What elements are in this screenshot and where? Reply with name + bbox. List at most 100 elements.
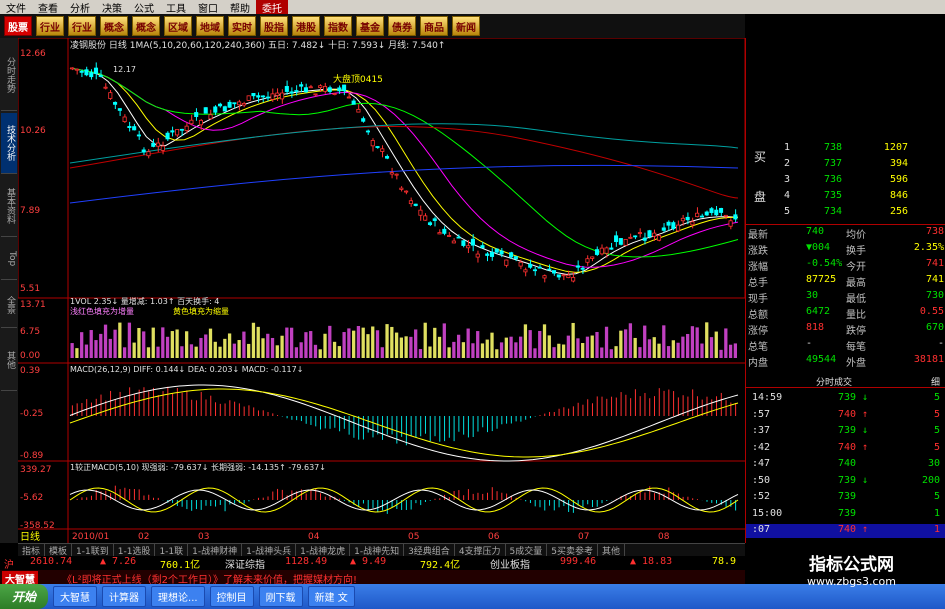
toolbar-button-14[interactable]: 新闻 <box>452 16 480 36</box>
menu-item-3[interactable]: 决策 <box>96 0 128 15</box>
taskbar-item-1[interactable]: 计算器 <box>102 586 147 607</box>
left-tab-4[interactable]: 全景 <box>1 282 17 328</box>
menu-item-5[interactable]: 工具 <box>160 0 192 15</box>
menu-item-1[interactable]: 查看 <box>32 0 64 15</box>
menu-item-4[interactable]: 公式 <box>128 0 160 15</box>
taskbar-item-5[interactable]: 新建 文 <box>307 586 355 607</box>
toolbar-button-1[interactable]: 行业 <box>36 16 64 36</box>
stat-value: - <box>806 338 813 349</box>
toolbar-button-3[interactable]: 概念 <box>100 16 128 36</box>
volume-bar <box>204 334 208 358</box>
bid-level-row: 1 738 1207 <box>746 142 945 156</box>
cy-label: 创业板指 <box>490 560 530 571</box>
volume-bar <box>175 329 179 358</box>
candle-body <box>232 102 237 105</box>
volume-bar <box>414 329 418 358</box>
taskbar-item-2[interactable]: 理想论... <box>151 586 205 607</box>
candle-body <box>203 107 208 114</box>
left-tab-2[interactable]: 基本资料 <box>1 176 17 237</box>
candle-body <box>623 238 628 246</box>
candle-body <box>289 91 294 94</box>
news-scroller[interactable]: 大智慧 《L²即将正式上线（剩2个工作日）》了解未来价值，把握媒材方向! <box>0 570 745 586</box>
kline-chart-area[interactable]: 凌钢股份 日线 1MA(5,10,20,60,120,240,360) 五日: … <box>18 38 745 543</box>
toolbar-button-13[interactable]: 商品 <box>420 16 448 36</box>
left-tab-3[interactable]: Top <box>1 239 17 280</box>
bid-level-volume: 256 <box>889 206 908 217</box>
volume-bar <box>170 331 174 358</box>
toolbar-button-12[interactable]: 债券 <box>388 16 416 36</box>
left-tab-0[interactable]: 分时走势 <box>1 40 17 111</box>
volume-bar <box>633 337 637 358</box>
menu-bar: 文件 查看 分析 决策 公式 工具 窗口 帮助 委托 <box>0 0 945 15</box>
volume-bar <box>122 347 127 358</box>
taskbar-item-3[interactable]: 控制目 <box>209 586 254 607</box>
candle-body <box>470 238 475 246</box>
candle-body <box>456 236 461 239</box>
volume-bar <box>485 339 489 358</box>
candle-body <box>704 211 709 216</box>
volume-bar <box>337 346 341 358</box>
candle-body <box>408 200 413 205</box>
menu-item-6[interactable]: 窗口 <box>192 0 224 15</box>
volume-bar <box>165 336 170 358</box>
cy-value: 999.46 <box>560 556 597 567</box>
toolbar-button-10[interactable]: 指数 <box>324 16 352 36</box>
start-button[interactable]: 开始 <box>0 584 49 609</box>
candle-body <box>719 208 724 213</box>
toolbar-button-11[interactable]: 基金 <box>356 16 384 36</box>
candle-body <box>260 95 266 98</box>
bid-level-volume: 596 <box>889 174 908 185</box>
y-tick-label: 10.26 <box>20 126 46 136</box>
volume-bar <box>452 341 456 358</box>
candle-body <box>299 84 304 87</box>
toolbar-button-6[interactable]: 地域 <box>196 16 224 36</box>
tick-volume: 5 <box>933 491 940 502</box>
tick-price: 739 <box>838 491 857 502</box>
menu-item-0[interactable]: 文件 <box>0 0 32 15</box>
candle-body <box>518 261 523 267</box>
candle-body <box>394 173 399 176</box>
toolbar-button-7[interactable]: 实时 <box>228 16 256 36</box>
tick-volume: 5 <box>933 408 940 420</box>
volume-bar <box>356 326 361 358</box>
candle-body <box>241 102 246 106</box>
tick-row: :07 740 ↑ 1 <box>746 524 945 538</box>
volume-bar <box>132 342 136 358</box>
taskbar-item-4[interactable]: 刚下载 <box>258 586 303 607</box>
tick-time: :07 <box>752 524 771 535</box>
left-tab-1[interactable]: 技术分析 <box>1 113 17 174</box>
toolbar-button-5[interactable]: 区域 <box>164 16 192 36</box>
left-tab-5[interactable]: 其他 <box>1 330 17 391</box>
toolbar-button-0[interactable]: 股票 <box>4 16 32 36</box>
candle-body <box>485 253 490 256</box>
candle-body <box>308 86 313 89</box>
x-tick-label: 06 <box>488 532 500 542</box>
stat-value-2: 2.35% <box>913 242 944 253</box>
menu-item-7[interactable]: 帮助 <box>224 0 256 15</box>
bid-level-row: 5 734 256 <box>746 206 945 220</box>
candle-body <box>256 95 261 98</box>
bid-level-price: 734 <box>824 206 843 217</box>
tick-time: :50 <box>752 474 771 486</box>
tick-volume: 5 <box>933 392 940 403</box>
menu-item-2[interactable]: 分析 <box>64 0 96 15</box>
tick-direction: ↓ <box>862 392 869 403</box>
candle-body <box>208 114 213 120</box>
tick-row: :52 739 5 <box>746 491 945 505</box>
volume-bar <box>676 342 680 358</box>
toolbar-button-4[interactable]: 概念 <box>132 16 160 36</box>
menu-item-8[interactable]: 委托 <box>256 0 288 15</box>
candle-body <box>280 92 285 100</box>
candle-body <box>275 92 280 96</box>
bid-level-price: 735 <box>824 190 843 201</box>
toolbar-button-9[interactable]: 港股 <box>292 16 320 36</box>
taskbar-item-0[interactable]: 大智慧 <box>53 586 98 607</box>
toolbar-button-8[interactable]: 股指 <box>260 16 288 36</box>
toolbar-button-2[interactable]: 行业 <box>68 16 96 36</box>
tick-price: 740 <box>838 408 857 420</box>
last-value: 78.9 <box>712 556 737 567</box>
candle-body <box>322 86 328 92</box>
candle-body <box>575 265 580 268</box>
tick-time: 15:00 <box>752 507 783 519</box>
stat-value-2: 741 <box>925 258 944 269</box>
